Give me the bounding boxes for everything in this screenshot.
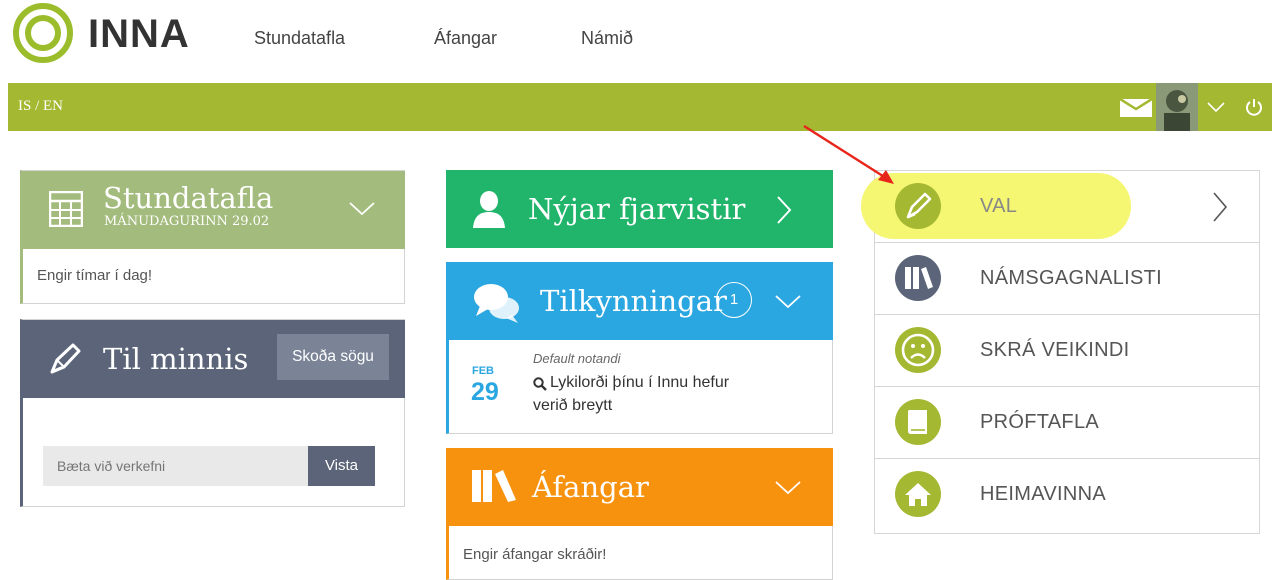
announcements-title: Tilkynningar (540, 284, 727, 318)
language-switch[interactable]: IS / EN (18, 98, 63, 115)
page: { "header": { "logo": "INNA", "nav": ["S… (0, 0, 1280, 580)
courses-title: Áfangar (532, 470, 649, 504)
menu-label: NÁMSGAGNALISTI (980, 267, 1163, 289)
notes-header: Til minnis Skoða sögu (23, 320, 405, 398)
courses-empty-text: Engir áfangar skráðir! (463, 546, 607, 563)
chat-bubbles-icon (474, 284, 519, 323)
save-button[interactable]: Vista (308, 446, 375, 486)
chevron-down-icon[interactable] (1206, 101, 1226, 113)
menu-item-proftafla[interactable]: PRÓFTAFLA (875, 387, 1259, 459)
avatar[interactable] (1156, 83, 1198, 131)
home-icon (895, 471, 941, 517)
announcement-day: 29 (471, 378, 499, 406)
books-icon (895, 255, 941, 301)
notes-title: Til minnis (103, 342, 249, 376)
mail-icon[interactable] (1120, 99, 1152, 117)
chevron-right-icon[interactable] (1212, 191, 1228, 223)
timetable-header[interactable]: Stundatafla MÁNUDAGURINN 29.02 (23, 171, 405, 249)
announcement-month: FEB (472, 365, 494, 377)
menu-item-skra-veikindi[interactable]: SKRÁ VEIKINDI (875, 315, 1259, 387)
pencil-icon (895, 183, 941, 229)
quick-menu: VAL NÁMSGAGNALISTI SKRÁ VEIKINDI PRÓFTAF… (861, 170, 1260, 534)
menu-item-val[interactable]: VAL (875, 171, 1259, 243)
menu-label: PRÓFTAFLA (980, 411, 1100, 433)
announcement-item[interactable]: FEB 29 Default notandi Lykilorði þínu í … (449, 340, 832, 434)
calendar-icon (49, 191, 83, 227)
annotation-arrow (803, 124, 894, 184)
timetable-title: Stundatafla (103, 181, 274, 215)
search-icon (533, 377, 547, 391)
announcement-text-line1: Lykilorði þínu í Innu hefur (550, 374, 730, 391)
user-icon (473, 191, 505, 228)
nav-namid[interactable]: Námið (581, 28, 633, 49)
chevron-down-icon[interactable] (348, 201, 376, 217)
announcements-header[interactable]: Tilkynningar 1 (446, 262, 833, 340)
announcement-author: Default notandi (533, 351, 621, 366)
logo-text[interactable]: INNA (88, 12, 190, 57)
menu-label: HEIMAVINNA (980, 483, 1106, 505)
menu-label: VAL (980, 195, 1018, 217)
timetable-widget: Stundatafla MÁNUDAGURINN 29.02 Engir tím… (20, 170, 405, 304)
announcement-text-line2: verið breytt (533, 397, 613, 414)
notes-widget: Til minnis Skoða sögu Vista (20, 319, 405, 507)
timetable-empty-text: Engir tímar í dag! (37, 267, 153, 284)
power-icon[interactable] (1244, 97, 1264, 117)
chevron-down-icon[interactable] (774, 294, 802, 310)
announcements-count-badge: 1 (716, 282, 752, 318)
courses-header[interactable]: Áfangar (446, 448, 833, 526)
books-icon (472, 470, 516, 502)
task-input[interactable] (43, 446, 308, 486)
logo-icon[interactable] (12, 2, 74, 64)
timetable-date: MÁNUDAGURINN 29.02 (104, 214, 270, 229)
top-bar: IS / EN (8, 83, 1272, 131)
pencil-icon (50, 343, 81, 374)
menu-item-namsgagnalisti[interactable]: NÁMSGAGNALISTI (875, 243, 1259, 315)
menu-label: SKRÁ VEIKINDI (980, 339, 1130, 361)
book-icon (895, 399, 941, 445)
history-button[interactable]: Skoða sögu (277, 334, 389, 380)
absences-widget[interactable]: Nýjar fjarvistir (446, 170, 833, 248)
nav-afangar[interactable]: Áfangar (434, 28, 497, 49)
sad-face-icon (895, 327, 941, 373)
announcements-widget: Tilkynningar 1 FEB 29 Default notandi Ly… (446, 262, 833, 434)
chevron-down-icon[interactable] (774, 480, 802, 496)
courses-widget: Áfangar Engir áfangar skráðir! (446, 448, 833, 580)
menu-item-heimavinna[interactable]: HEIMAVINNA (875, 459, 1259, 531)
chevron-right-icon[interactable] (776, 195, 792, 225)
nav-stundatafla[interactable]: Stundatafla (254, 28, 345, 49)
absences-title: Nýjar fjarvistir (528, 192, 746, 226)
